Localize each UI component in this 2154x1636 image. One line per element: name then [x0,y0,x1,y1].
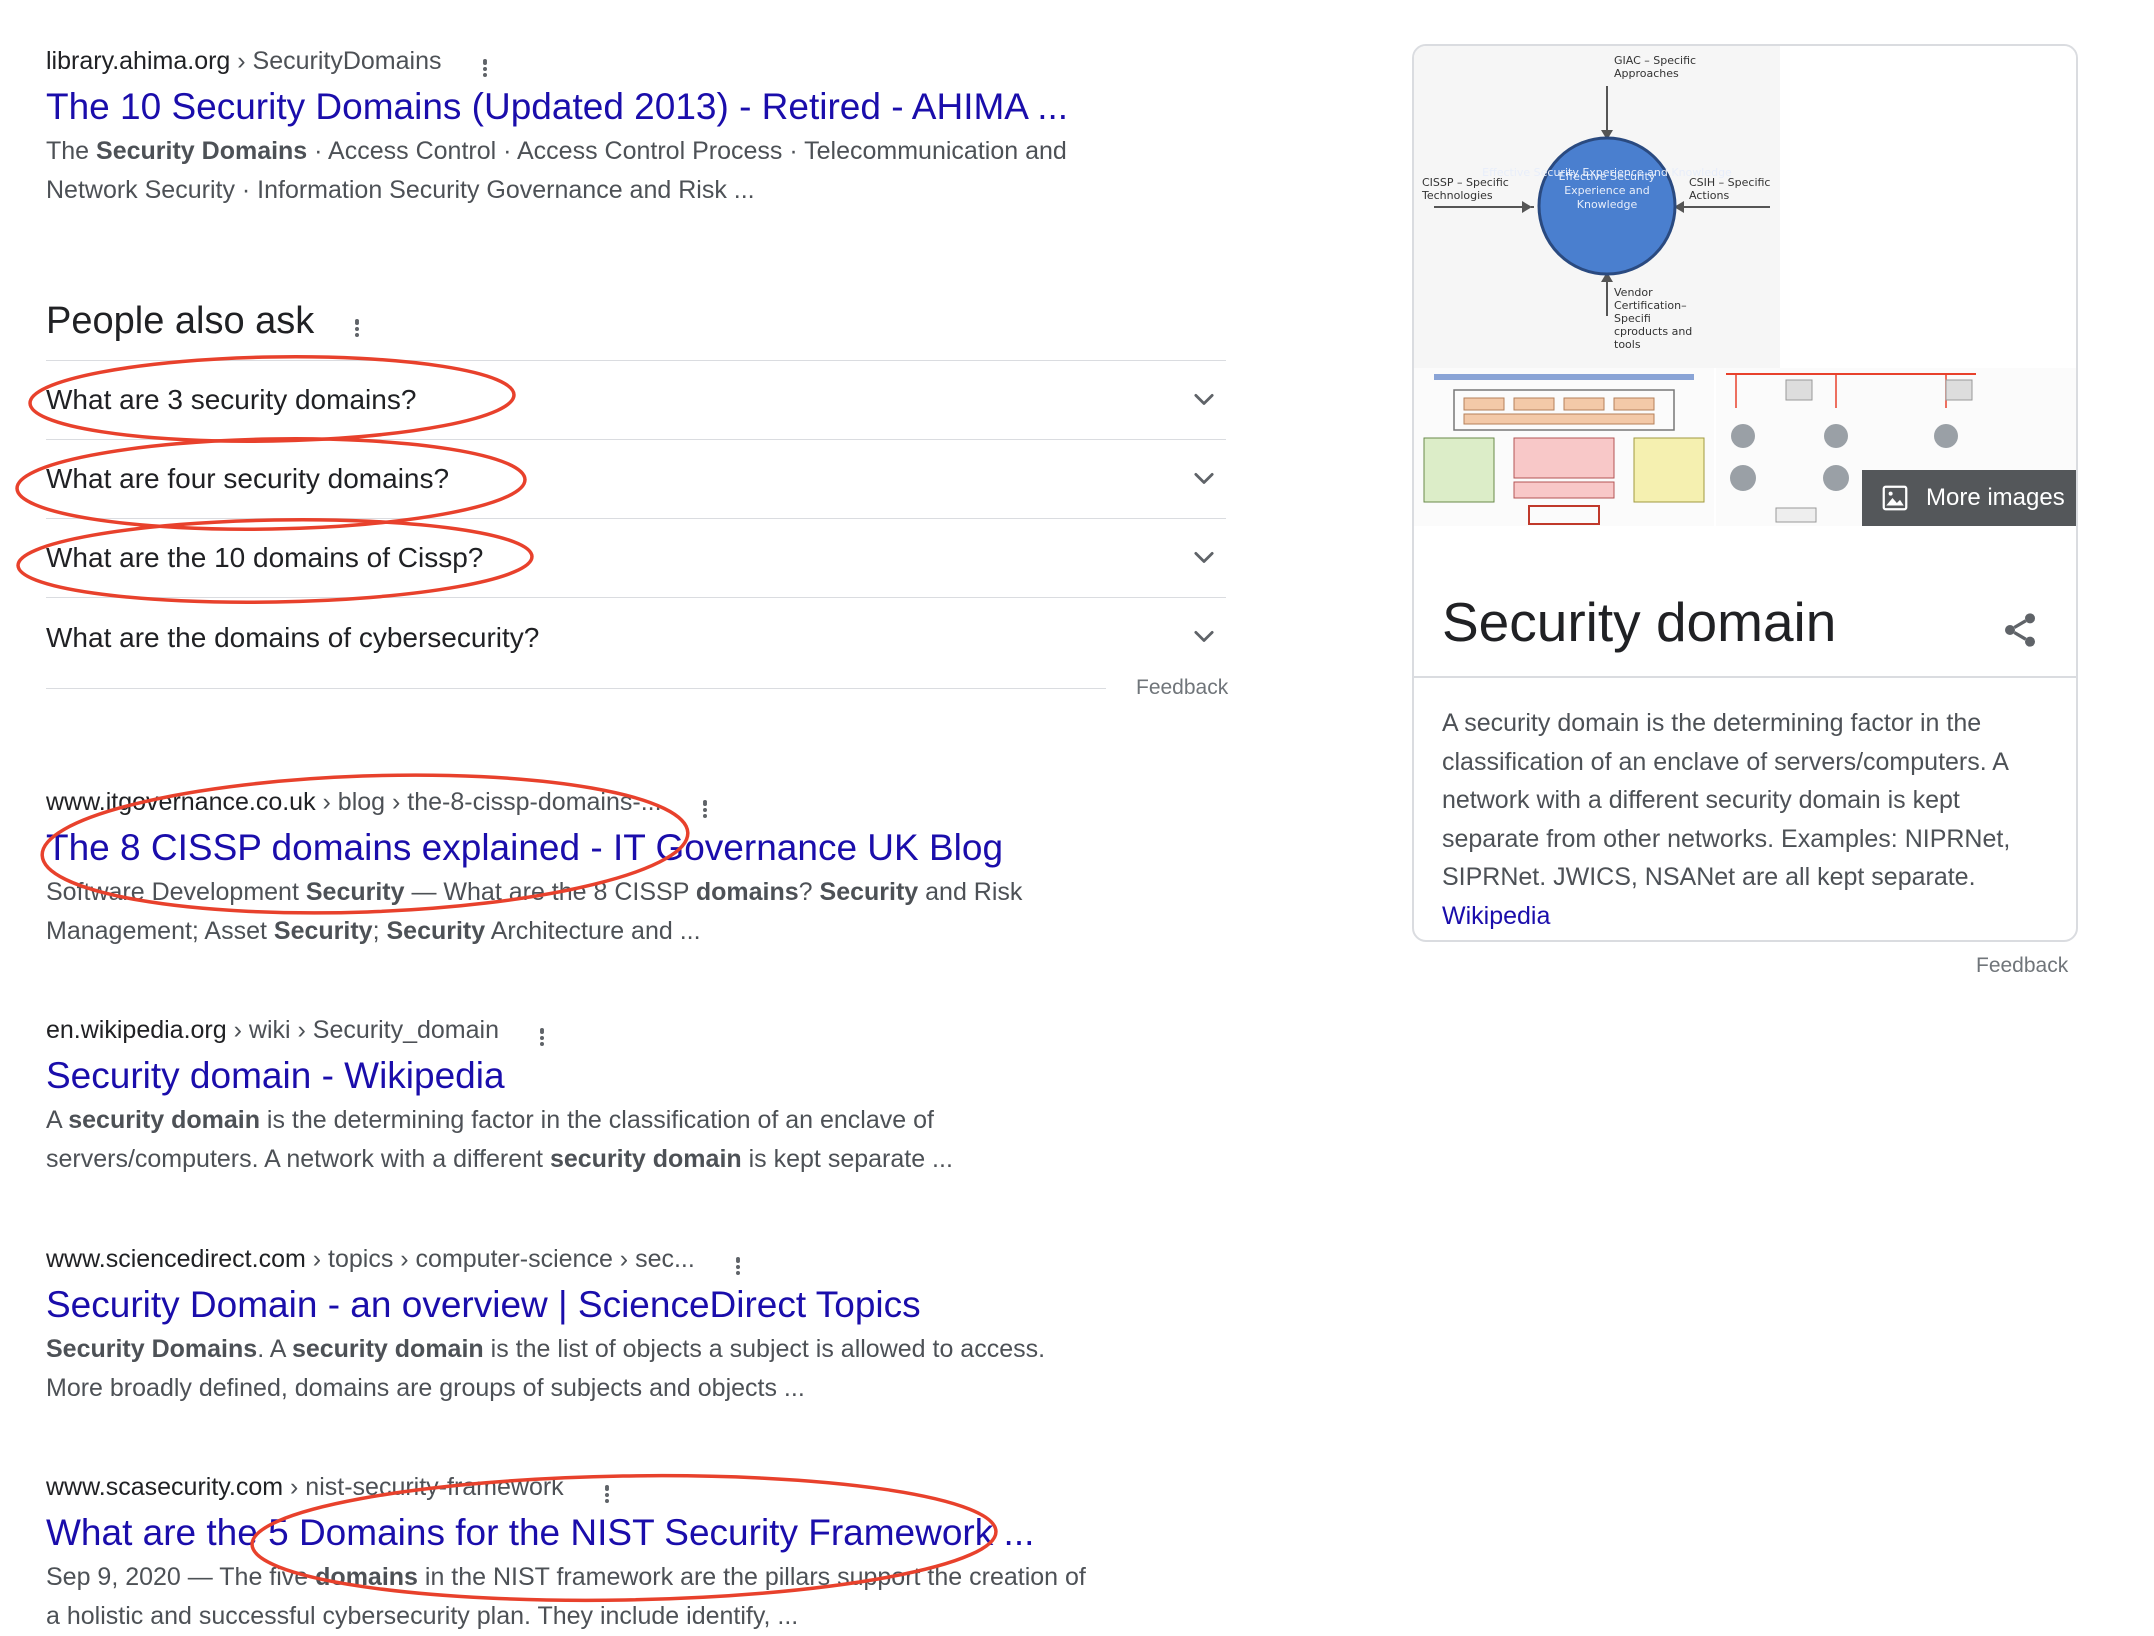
knowledge-panel-feedback-link[interactable]: Feedback [1976,954,2068,978]
knowledge-panel: Effective Security Experience and Knowle… [1412,44,2078,942]
result-title-link[interactable]: Security Domain - an overview | ScienceD… [46,1280,1186,1330]
paa-question[interactable]: What are the domains of cybersecurity? [46,598,1226,677]
search-result: en.wikipedia.org › wiki › Security_domai… [46,1013,1186,1179]
search-result: www.itgovernance.co.uk › blog › the-8-ci… [46,785,1186,951]
result-title-link[interactable]: The 10 Security Domains (Updated 2013) -… [46,82,1186,132]
more-options-icon[interactable] [594,1474,620,1503]
result-url[interactable]: library.ahima.org › SecurityDomains [46,47,442,76]
share-icon[interactable] [2000,610,2040,650]
knowledge-panel-description-text: A security domain is the determining fac… [1442,709,2011,891]
more-options-icon[interactable] [725,1246,751,1275]
image-icon [1882,485,1908,511]
result-url[interactable]: www.scasecurity.com › nist-security-fram… [46,1473,564,1502]
diagram-label: CISSP – Specific Technologies [1422,176,1509,202]
result-citation: www.itgovernance.co.uk › blog › the-8-ci… [46,785,1186,819]
paa-question[interactable]: What are 3 security domains? [46,361,1226,440]
knowledge-panel-description: A security domain is the determining fac… [1442,704,2052,935]
more-options-icon[interactable] [344,308,370,337]
chevron-down-icon [1194,630,1214,642]
chevron-down-icon [1194,393,1214,405]
more-images-button[interactable]: More images [1862,470,2076,526]
knowledge-panel-title: Security domain [1442,591,1837,653]
paa-question-text: What are the 10 domains of Cissp? [46,542,484,573]
result-snippet: Security Domains. A security domain is t… [46,1335,1046,1402]
paa-question-text: What are 3 security domains? [46,384,417,415]
search-result: library.ahima.org › SecurityDomains The … [46,44,1186,210]
result-url[interactable]: www.sciencedirect.com › topics › compute… [46,1245,695,1274]
result-title-link[interactable]: The 8 CISSP domains explained - IT Gover… [46,823,1186,873]
result-title-link[interactable]: What are the 5 Domains for the NIST Secu… [46,1508,1186,1558]
diagram-label: Vendor Certification– Specifi cproducts … [1614,286,1693,351]
paa-question[interactable]: What are four security domains? [46,440,1226,519]
more-options-icon[interactable] [472,48,498,77]
knowledge-panel-header: Security domain [1414,526,2076,678]
more-options-icon[interactable] [529,1017,555,1046]
result-snippet: Software Development Security — What are… [46,878,1023,945]
result-snippet: The Security Domains · Access Control · … [46,137,1067,204]
result-citation: library.ahima.org › SecurityDomains [46,44,1186,78]
people-also-ask-list: What are 3 security domains? What are fo… [46,360,1226,677]
diagram-label: CSIH – Specific Actions [1689,176,1771,202]
diagram-label: GIAC – Specific Approaches [1614,54,1697,80]
paa-question-text: What are the domains of cybersecurity? [46,621,540,653]
result-citation: www.scasecurity.com › nist-security-fram… [46,1470,1186,1504]
flowchart-thumbnail-image[interactable] [1414,368,1714,526]
search-result: www.sciencedirect.com › topics › compute… [46,1242,1186,1408]
result-citation: en.wikipedia.org › wiki › Security_domai… [46,1013,1186,1047]
search-result: www.scasecurity.com › nist-security-fram… [46,1470,1186,1636]
result-url[interactable]: en.wikipedia.org › wiki › Security_domai… [46,1016,499,1045]
chevron-down-icon [1194,472,1214,484]
divider [46,688,1106,689]
paa-question-text: What are four security domains? [46,463,450,494]
diagram-center-label: Effective Security Experience and Knowle… [1558,170,1656,211]
more-options-icon[interactable] [692,789,718,818]
result-title-link[interactable]: Security domain - Wikipedia [46,1051,1186,1101]
result-url[interactable]: www.itgovernance.co.uk › blog › the-8-ci… [46,788,662,817]
people-also-ask-title: People also ask [46,299,315,342]
paa-feedback-link[interactable]: Feedback [1136,676,1228,700]
more-images-label: More images [1926,484,2065,511]
wikipedia-link[interactable]: Wikipedia [1442,902,1550,930]
image-background [1780,46,2076,368]
people-also-ask-header: People also ask [46,296,370,346]
result-snippet: Sep 9, 2020 — The five domains in the NI… [46,1563,1086,1630]
result-snippet: A security domain is the determining fac… [46,1106,953,1173]
chevron-down-icon [1194,551,1214,563]
result-citation: www.sciencedirect.com › topics › compute… [46,1242,1186,1276]
knowledge-panel-images[interactable]: Effective Security Experience and Knowle… [1414,46,2076,526]
paa-question[interactable]: What are the 10 domains of Cissp? [46,519,1226,598]
